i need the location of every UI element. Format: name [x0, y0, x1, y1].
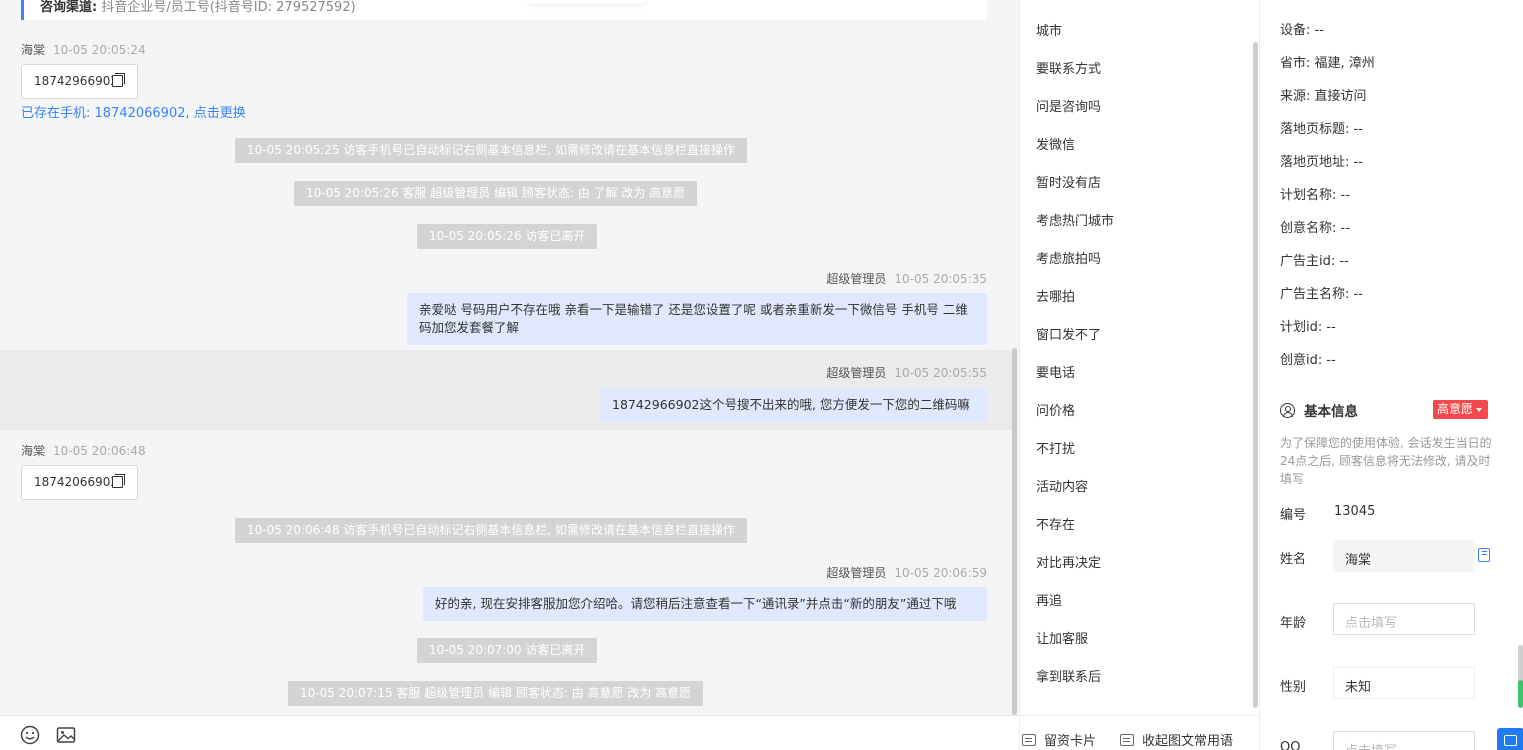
- replace-phone-link[interactable]: 已存在手机: 18742066902, 点击更换: [21, 102, 246, 121]
- info-scrollbar-indicator: [1518, 680, 1523, 708]
- detail-creative-name: 创意名称: --: [1280, 221, 1350, 236]
- phrase-item[interactable]: 城市: [1036, 20, 1062, 39]
- age-label: 年龄: [1280, 616, 1307, 631]
- intent-dropdown[interactable]: 高意愿: [1433, 400, 1489, 419]
- gender-select[interactable]: 未知: [1333, 667, 1475, 699]
- phrase-item[interactable]: 暂时没有店: [1036, 172, 1101, 191]
- sender-name: 超级管理员: [826, 366, 887, 380]
- detail-plan-name: 计划名称: --: [1280, 188, 1350, 203]
- message-time: 10-05 20:06:48: [53, 444, 146, 458]
- info-card-button[interactable]: 留资卡片: [1022, 730, 1096, 749]
- card-icon: [1022, 733, 1036, 746]
- info-note: 为了保障您的使用体验, 会话发生当日的24点之后, 顾客信息将无法修改, 请及时…: [1280, 436, 1492, 486]
- id-value: 13045: [1334, 504, 1376, 519]
- smile-icon[interactable]: [20, 725, 40, 745]
- id-label: 编号: [1280, 508, 1307, 523]
- image-icon[interactable]: [56, 725, 76, 745]
- message-time: 10-05 20:05:24: [53, 43, 146, 57]
- message-time: 10-05 20:05:35: [894, 272, 987, 286]
- phone-number: 18742066902: [34, 475, 118, 489]
- phrase-item[interactable]: 不存在: [1036, 514, 1075, 533]
- basic-info-label: 基本信息: [1304, 404, 1358, 420]
- qq-label: QQ: [1280, 740, 1301, 750]
- chat-panel: 咨询渠道: 抖音企业号/员工号(抖音号ID: 279527592) 海棠 10-0…: [0, 0, 1019, 750]
- phrase-item[interactable]: 活动内容: [1036, 476, 1088, 495]
- detail-advertiser-name: 广告主名称: --: [1280, 287, 1363, 302]
- collapse-phrases-button[interactable]: 收起图文常用语: [1120, 730, 1233, 749]
- phrase-item[interactable]: 要联系方式: [1036, 58, 1101, 77]
- document-icon[interactable]: [1478, 548, 1490, 562]
- agent-message: 亲爱哒 号码用户不存在哦 亲看一下是输错了 还是您设置了呢 或者亲重新发一下微信…: [407, 293, 987, 345]
- sender-name: 超级管理员: [826, 566, 887, 580]
- phrase-item[interactable]: 再追: [1036, 590, 1062, 609]
- tooltip: [530, 0, 645, 4]
- visitor-info-panel: 设备: -- 省市: 福建, 漳州 来源: 直接访问 落地页标题: -- 落地页…: [1259, 0, 1523, 750]
- phone-card[interactable]: 18742966902: [21, 64, 138, 99]
- user-icon: [1280, 402, 1295, 418]
- phrase-item[interactable]: 窗口发不了: [1036, 324, 1101, 343]
- detail-plan-id: 计划id: --: [1280, 320, 1336, 335]
- phrase-item[interactable]: 考虑热门城市: [1036, 210, 1114, 229]
- quick-phrase-panel: 城市 要联系方式 问是咨询吗 发微信 暂时没有店 考虑热门城市 考虑旅拍吗 去哪…: [1019, 0, 1260, 750]
- system-notice: 10-05 20:05:26 客服 超级管理员 编辑 顾客状态: 由 了解 改为…: [294, 181, 698, 206]
- name-label: 姓名: [1280, 552, 1307, 567]
- detail-region: 省市: 福建, 漳州: [1280, 56, 1375, 71]
- age-field[interactable]: 点击填写: [1333, 603, 1475, 635]
- qq-field[interactable]: 点击填写: [1333, 731, 1475, 750]
- phrase-item[interactable]: 让加客服: [1036, 628, 1088, 647]
- chat-toolbar: [0, 715, 1019, 750]
- phrase-item[interactable]: 去哪拍: [1036, 286, 1075, 305]
- message-time: 10-05 20:06:59: [894, 566, 987, 580]
- copy-icon[interactable]: [112, 73, 125, 87]
- collapse-phrases-label: 收起图文常用语: [1142, 734, 1234, 749]
- phone-number: 18742966902: [34, 74, 118, 88]
- detail-landing-url: 落地页地址: --: [1280, 155, 1363, 170]
- channel-value: 抖音企业号/员工号(抖音号ID: 279527592): [101, 0, 356, 15]
- system-notice: 10-05 20:05:25 访客手机号已自动标记右侧基本信息栏, 如需修改请在…: [235, 138, 748, 163]
- gender-label: 性别: [1280, 680, 1307, 695]
- phrase-item[interactable]: 不打扰: [1036, 438, 1075, 457]
- system-notice: 10-05 20:07:15 客服 超级管理员 编辑 顾客状态: 由 高意愿 改…: [288, 681, 704, 706]
- phrase-item[interactable]: 对比再决定: [1036, 552, 1101, 571]
- message-meta: 海棠 10-05 20:05:24: [21, 41, 146, 58]
- channel-card: 咨询渠道: 抖音企业号/员工号(抖音号ID: 279527592): [21, 0, 987, 20]
- phrase-item[interactable]: 拿到联系后: [1036, 666, 1101, 685]
- info-card-label: 留资卡片: [1044, 734, 1097, 749]
- agent-message: 18742966902这个号搜不出来的哦, 您方便发一下您的二维码嘛: [600, 388, 987, 422]
- detail-source: 来源: 直接访问: [1280, 89, 1367, 104]
- phrase-item[interactable]: 考虑旅拍吗: [1036, 248, 1101, 267]
- detail-advertiser-id: 广告主id: --: [1280, 254, 1349, 269]
- detail-device: 设备: --: [1280, 23, 1324, 38]
- phrase-bottom-bar: 留资卡片 收起图文常用语: [1020, 715, 1260, 750]
- phrase-item[interactable]: 问价格: [1036, 400, 1075, 419]
- message-meta: 超级管理员 10-05 20:05:35: [826, 270, 987, 287]
- sender-name: 海棠: [21, 43, 46, 57]
- name-field[interactable]: 海棠: [1333, 540, 1475, 572]
- channel-label: 咨询渠道:: [40, 0, 98, 15]
- phrase-item[interactable]: 问是咨询吗: [1036, 96, 1101, 115]
- phrase-item[interactable]: 发微信: [1036, 134, 1075, 153]
- message-icon: [1120, 733, 1134, 746]
- basic-info-title: 基本信息: [1280, 400, 1358, 420]
- system-notice: 10-05 20:07:00 访客已离开: [417, 638, 598, 663]
- caret-down-icon: [1476, 407, 1483, 412]
- chat-float-button[interactable]: [1497, 728, 1523, 750]
- system-notice: 10-05 20:05:26 访客已离开: [417, 224, 598, 249]
- sender-name: 超级管理员: [826, 272, 887, 286]
- message-meta: 超级管理员 10-05 20:05:55: [826, 364, 987, 381]
- detail-landing-title: 落地页标题: --: [1280, 122, 1363, 137]
- chat-scrollbar[interactable]: [1012, 348, 1017, 715]
- copy-icon[interactable]: [112, 474, 125, 488]
- phrase-item[interactable]: 要电话: [1036, 362, 1075, 381]
- detail-creative-id: 创意id: --: [1280, 353, 1336, 368]
- message-meta: 超级管理员 10-05 20:06:59: [826, 564, 987, 581]
- sender-name: 海棠: [21, 444, 46, 458]
- system-notice: 10-05 20:06:48 访客手机号已自动标记右侧基本信息栏, 如需修改请在…: [235, 518, 748, 543]
- intent-value: 高意愿: [1437, 402, 1474, 416]
- phrase-scrollbar[interactable]: [1253, 42, 1258, 708]
- agent-message: 好的亲, 现在安排客服加您介绍哈。请您稍后注意查看一下“通讯录”并点击“新的朋友…: [423, 587, 987, 621]
- phone-card[interactable]: 18742066902: [21, 465, 138, 500]
- message-time: 10-05 20:05:55: [894, 366, 987, 380]
- message-meta: 海棠 10-05 20:06:48: [21, 442, 146, 459]
